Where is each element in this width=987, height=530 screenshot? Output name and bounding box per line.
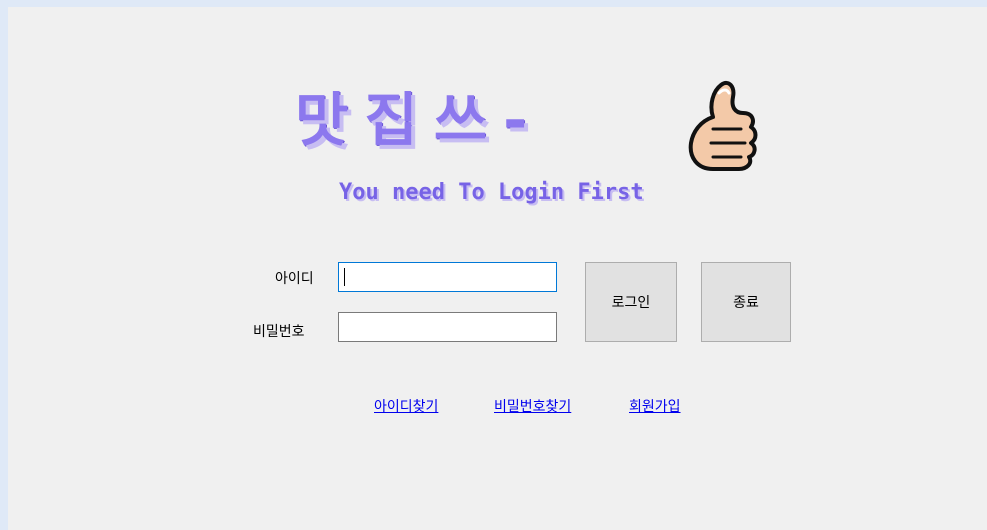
find-id-link[interactable]: 아이디찾기 xyxy=(374,396,438,416)
app-logo: 맛집쓰- xyxy=(295,77,775,177)
logo-title: 맛집쓰- xyxy=(295,86,544,154)
login-button[interactable]: 로그인 xyxy=(585,262,677,342)
id-label: 아이디 xyxy=(275,271,314,287)
logo-tagline: You need To Login First xyxy=(339,180,644,205)
login-window: 맛집쓰- You need To Login First 아이디 비밀번호 로그… xyxy=(8,7,987,530)
password-label: 비밀번호 xyxy=(253,324,305,340)
exit-button[interactable]: 종료 xyxy=(701,262,791,342)
text-caret xyxy=(344,268,345,286)
find-password-link[interactable]: 비밀번호찾기 xyxy=(494,396,571,416)
signup-link[interactable]: 회원가입 xyxy=(629,396,681,416)
password-input[interactable] xyxy=(338,312,557,342)
thumbs-up-icon xyxy=(688,80,758,171)
id-input[interactable] xyxy=(338,262,557,292)
